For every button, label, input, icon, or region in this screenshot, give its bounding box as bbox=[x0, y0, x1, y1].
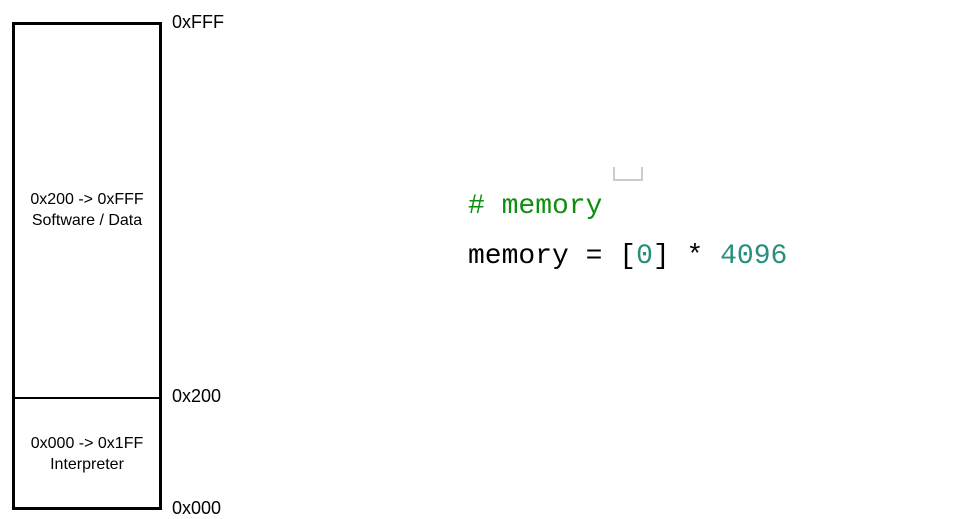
code-line-comment: # memory bbox=[468, 182, 787, 232]
code-eq: = bbox=[569, 241, 619, 272]
code-zero: 0 bbox=[636, 241, 653, 272]
cursor-bracket-icon bbox=[613, 167, 643, 181]
code-var: memory bbox=[468, 241, 569, 272]
code-line-assignment: memory = [0] * 4096 bbox=[468, 232, 787, 282]
code-star: * bbox=[670, 241, 720, 272]
code-snippet: # memory memory = [0] * 4096 bbox=[468, 182, 787, 283]
software-data-region: 0x200 -> 0xFFF Software / Data bbox=[15, 25, 159, 397]
upper-range-label: 0x200 -> 0xFFF bbox=[30, 190, 143, 211]
address-label-bottom: 0x000 bbox=[172, 498, 221, 519]
code-size: 4096 bbox=[720, 241, 787, 272]
lower-range-label: 0x000 -> 0x1FF bbox=[31, 434, 144, 455]
lower-desc-label: Interpreter bbox=[50, 455, 124, 476]
interpreter-region: 0x000 -> 0x1FF Interpreter bbox=[15, 399, 159, 511]
address-label-mid: 0x200 bbox=[172, 386, 221, 407]
code-lbracket: [ bbox=[619, 241, 636, 272]
address-label-top: 0xFFF bbox=[172, 12, 224, 33]
upper-desc-label: Software / Data bbox=[32, 211, 142, 232]
memory-map-diagram: 0x200 -> 0xFFF Software / Data 0x000 -> … bbox=[12, 22, 162, 510]
code-rbracket: ] bbox=[653, 241, 670, 272]
code-comment: # memory bbox=[468, 191, 602, 222]
